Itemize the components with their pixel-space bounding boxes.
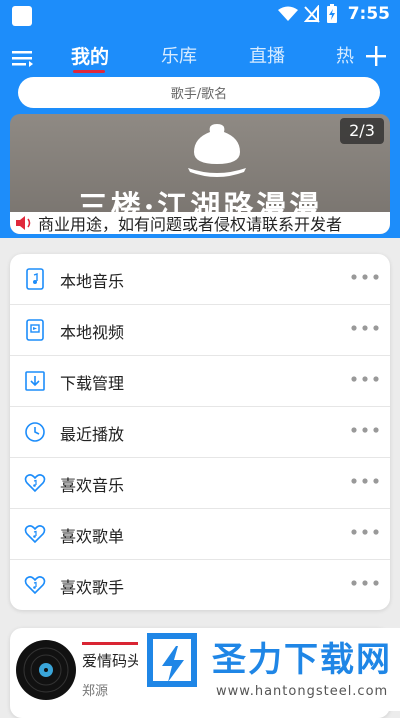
heart-music-icon <box>24 474 46 493</box>
status-bar: 7:55 <box>0 0 400 32</box>
menu-item-liked-music[interactable]: 喜欢音乐 <box>10 458 390 509</box>
speaker-icon <box>16 216 31 230</box>
video-file-icon <box>26 319 44 341</box>
more-icon[interactable] <box>350 423 380 437</box>
more-icon[interactable] <box>350 474 380 488</box>
menu-icon[interactable] <box>12 48 34 68</box>
download-icon <box>25 371 45 391</box>
menu-item-liked-artists[interactable]: 喜欢歌手 <box>10 560 390 611</box>
song-progress-bar <box>82 642 142 645</box>
no-signal-icon <box>303 5 320 23</box>
watermark-logo-icon <box>147 633 197 687</box>
more-icon[interactable] <box>350 576 380 590</box>
clock-icon <box>25 422 45 442</box>
menu-card: 本地音乐 本地视频 下载管理 最近播放 喜欢音乐 喜欢歌单 喜欢歌手 <box>10 254 390 610</box>
plus-icon[interactable] <box>364 44 388 68</box>
more-icon[interactable] <box>350 270 380 284</box>
notice-text: 商业用途，如有问题或者侵权请联系开发者 <box>38 215 343 234</box>
more-icon[interactable] <box>350 525 380 539</box>
tab-live[interactable]: 直播 <box>249 42 285 68</box>
menu-item-local-music[interactable]: 本地音乐 <box>10 254 390 305</box>
banner-logo-icon <box>188 124 246 177</box>
watermark-text: 圣力下载网 <box>212 640 392 680</box>
menu-item-label: 最近播放 <box>60 425 125 444</box>
menu-item-recent[interactable]: 最近播放 <box>10 407 390 458</box>
status-time: 7:55 <box>347 4 390 24</box>
song-title: 爱情码头 <box>82 652 143 670</box>
heart-music-icon <box>24 525 46 544</box>
watermark-url: www.hantongsteel.com <box>216 684 389 699</box>
heart-music-icon <box>24 576 46 595</box>
song-artist: 郑源 <box>82 684 109 699</box>
battery-charging-icon <box>326 4 337 23</box>
top-navbar: 我的 乐库 直播 热 <box>0 38 400 78</box>
album-disc-icon <box>16 640 76 700</box>
watermark: 圣力下载网 www.hantongsteel.com <box>138 628 400 711</box>
tab-hot[interactable]: 热 <box>336 42 354 68</box>
menu-item-downloads[interactable]: 下载管理 <box>10 356 390 407</box>
banner-counter: 2/3 <box>340 118 384 144</box>
menu-item-label: 下载管理 <box>60 374 125 393</box>
notification-icon <box>12 6 32 26</box>
tab-mine[interactable]: 我的 <box>71 42 109 69</box>
menu-item-label: 本地视频 <box>60 323 125 342</box>
menu-item-local-video[interactable]: 本地视频 <box>10 305 390 356</box>
more-icon[interactable] <box>350 372 380 386</box>
tab-library[interactable]: 乐库 <box>161 42 197 68</box>
wifi-icon <box>277 6 298 21</box>
music-file-icon <box>26 268 44 290</box>
notice-bar: 商业用途，如有问题或者侵权请联系开发者 <box>10 212 390 234</box>
active-tab-indicator <box>73 70 105 73</box>
menu-item-label: 喜欢歌手 <box>60 578 125 597</box>
menu-item-label: 喜欢音乐 <box>60 476 125 495</box>
menu-item-label: 本地音乐 <box>60 272 125 291</box>
menu-item-liked-playlists[interactable]: 喜欢歌单 <box>10 509 390 560</box>
banner-carousel[interactable]: 三楼·江湖路漫漫 2/3 商业用途，如有问题或者侵权请联系开发者 <box>10 114 390 234</box>
more-icon[interactable] <box>350 321 380 335</box>
menu-item-label: 喜欢歌单 <box>60 527 125 546</box>
search-input[interactable]: 歌手/歌名 <box>18 77 380 108</box>
